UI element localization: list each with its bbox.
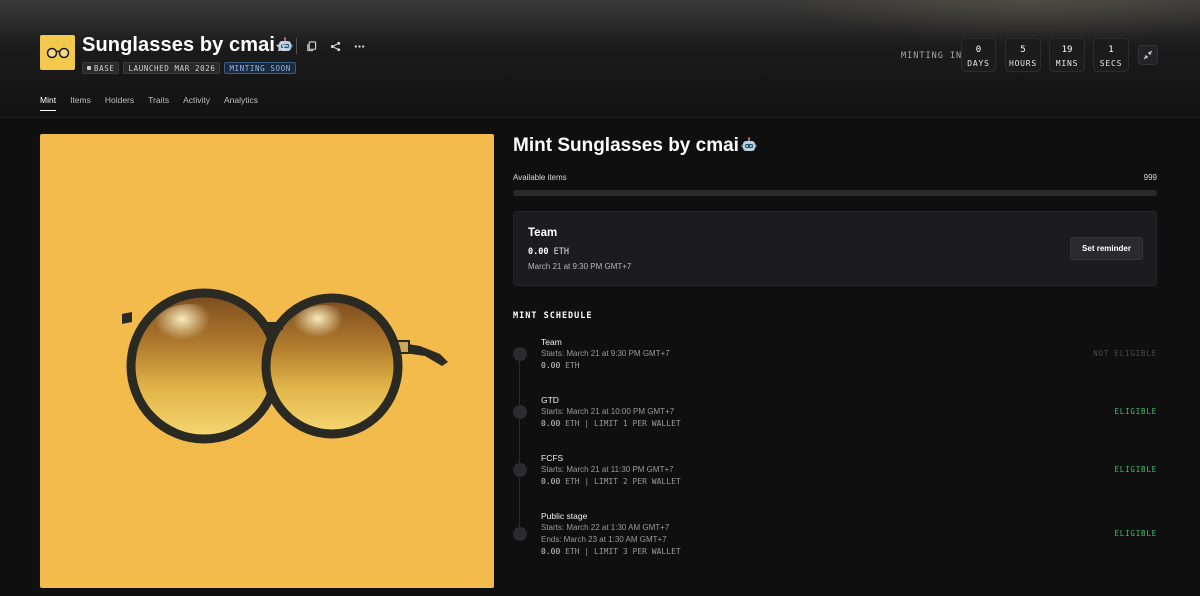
stage-limit: LIMIT 1 PER WALLET [594, 419, 681, 428]
countdown-hours-label: HOURS [1008, 59, 1038, 68]
share-button[interactable] [328, 39, 342, 53]
stage-dot [513, 527, 527, 541]
countdown-secs: 1 SECS [1093, 38, 1129, 72]
stage-price-value: 0.00 [541, 477, 561, 486]
more-icon [354, 44, 364, 48]
stage-price: 0.00 ETH [528, 247, 569, 257]
chain-badge-label: BASE [94, 63, 115, 73]
collection-logo [40, 35, 75, 70]
stage-status: NOT ELIGIBLE [1093, 349, 1157, 358]
tab-analytics[interactable]: Analytics [224, 95, 258, 111]
launch-badge: LAUNCHED MAR 2026 [123, 62, 221, 74]
countdown-mins-value: 19 [1061, 45, 1073, 55]
countdown-hours-value: 5 [1020, 45, 1026, 55]
nft-artwork [40, 134, 494, 588]
launch-badge-label: LAUNCHED MAR 2026 [128, 63, 216, 73]
mint-schedule-title: MINT SCHEDULE [513, 311, 593, 321]
collection-name: Sunglasses by cmai [82, 34, 276, 56]
copy-button[interactable] [304, 39, 318, 53]
robot-emoji-icon [741, 137, 757, 159]
status-badge: MINTING SOON [224, 62, 296, 74]
set-reminder-button[interactable]: Set reminder [1070, 237, 1143, 260]
stage-currency: ETH [565, 547, 580, 556]
copy-icon [306, 40, 316, 51]
countdown-secs-label: SECS [1099, 59, 1123, 68]
tab-activity[interactable]: Activity [183, 95, 210, 111]
share-icon [330, 41, 340, 51]
star-icon [275, 40, 287, 51]
minting-in-label: MINTING IN [901, 51, 963, 61]
stage-price-line: 0.00 ETH | LIMIT 2 PER WALLET [541, 477, 681, 486]
header-divider [0, 117, 1200, 118]
tab-items[interactable]: Items [70, 95, 91, 111]
collection-tabs: Mint Items Holders Traits Activity Analy… [40, 95, 272, 111]
countdown-hours: 5 HOURS [1005, 38, 1041, 72]
stage-price-line: 0.00 ETH [541, 361, 580, 370]
countdown-days-value: 0 [975, 45, 982, 55]
stage-price-line: 0.00 ETH | LIMIT 3 PER WALLET [541, 547, 681, 556]
stage-date: March 21 at 9:30 PM GMT+7 [528, 262, 632, 271]
tab-mint[interactable]: Mint [40, 95, 57, 111]
stage-start: Starts: March 21 at 11:30 PM GMT+7 [541, 465, 674, 474]
stage-end: Ends: March 23 at 1:30 AM GMT+7 [541, 535, 667, 544]
status-badge-label: MINTING SOON [229, 63, 291, 73]
available-items-label: Available items [513, 173, 567, 182]
stage-price-value: 0.00 [528, 247, 549, 257]
tab-traits[interactable]: Traits [148, 95, 169, 111]
expand-countdown-button[interactable] [1138, 45, 1158, 65]
collection-title: Sunglasses by cmai [82, 34, 293, 59]
chain-icon [87, 66, 91, 70]
stage-dot [513, 463, 527, 477]
timeline-line [519, 356, 520, 534]
stage-status: ELIGIBLE [1114, 529, 1157, 538]
countdown-mins: 19 MINS [1049, 38, 1085, 72]
stage-title: Public stage [541, 511, 588, 521]
stage-limit: LIMIT 3 PER WALLET [594, 547, 681, 556]
stage-currency: ETH [565, 419, 580, 428]
stage-start: Starts: March 22 at 1:30 AM GMT+7 [541, 523, 670, 532]
stage-title: GTD [541, 395, 559, 405]
stage-dot [513, 405, 527, 419]
stage-title: FCFS [541, 453, 564, 463]
available-items-count: 999 [1143, 173, 1157, 182]
more-options-button[interactable] [352, 39, 366, 53]
mint-title-text: Mint Sunglasses by cmai [513, 135, 739, 156]
mint-progress-bar [513, 190, 1157, 196]
stage-status: ELIGIBLE [1114, 465, 1157, 474]
stage-start: Starts: March 21 at 10:00 PM GMT+7 [541, 407, 675, 416]
header-separator [296, 38, 297, 54]
stage-title: Team [541, 337, 562, 347]
stage-limit: LIMIT 2 PER WALLET [594, 477, 681, 486]
countdown-secs-value: 1 [1108, 45, 1114, 55]
stage-currency: ETH [565, 477, 580, 486]
mint-title: Mint Sunglasses by cmai [513, 135, 757, 159]
expand-icon [1143, 50, 1153, 60]
stage-status: ELIGIBLE [1114, 407, 1157, 416]
stage-price-value: 0.00 [541, 419, 561, 428]
active-stage-card: Team 0.00 ETH March 21 at 9:30 PM GMT+7 … [513, 211, 1157, 286]
stage-name: Team [528, 227, 558, 239]
stage-price-line: 0.00 ETH | LIMIT 1 PER WALLET [541, 419, 681, 428]
stage-dot [513, 347, 527, 361]
countdown-mins-label: MINS [1055, 59, 1079, 68]
stage-start: Starts: March 21 at 9:30 PM GMT+7 [541, 349, 670, 358]
stage-currency: ETH [565, 361, 580, 370]
stage-price-value: 0.00 [541, 547, 561, 556]
sunglasses-artwork-icon [122, 288, 448, 444]
glasses-logo-icon [46, 47, 69, 58]
stage-price-value: 0.00 [541, 361, 561, 370]
countdown-days-label: DAYS [967, 59, 990, 68]
stage-price-currency: ETH [553, 247, 569, 257]
countdown-days: 0 DAYS [961, 38, 996, 72]
collection-badges: BASE LAUNCHED MAR 2026 MINTING SOON [82, 62, 296, 74]
favorite-star-button[interactable] [274, 39, 288, 53]
tab-holders[interactable]: Holders [105, 95, 134, 111]
chain-badge: BASE [82, 62, 120, 74]
